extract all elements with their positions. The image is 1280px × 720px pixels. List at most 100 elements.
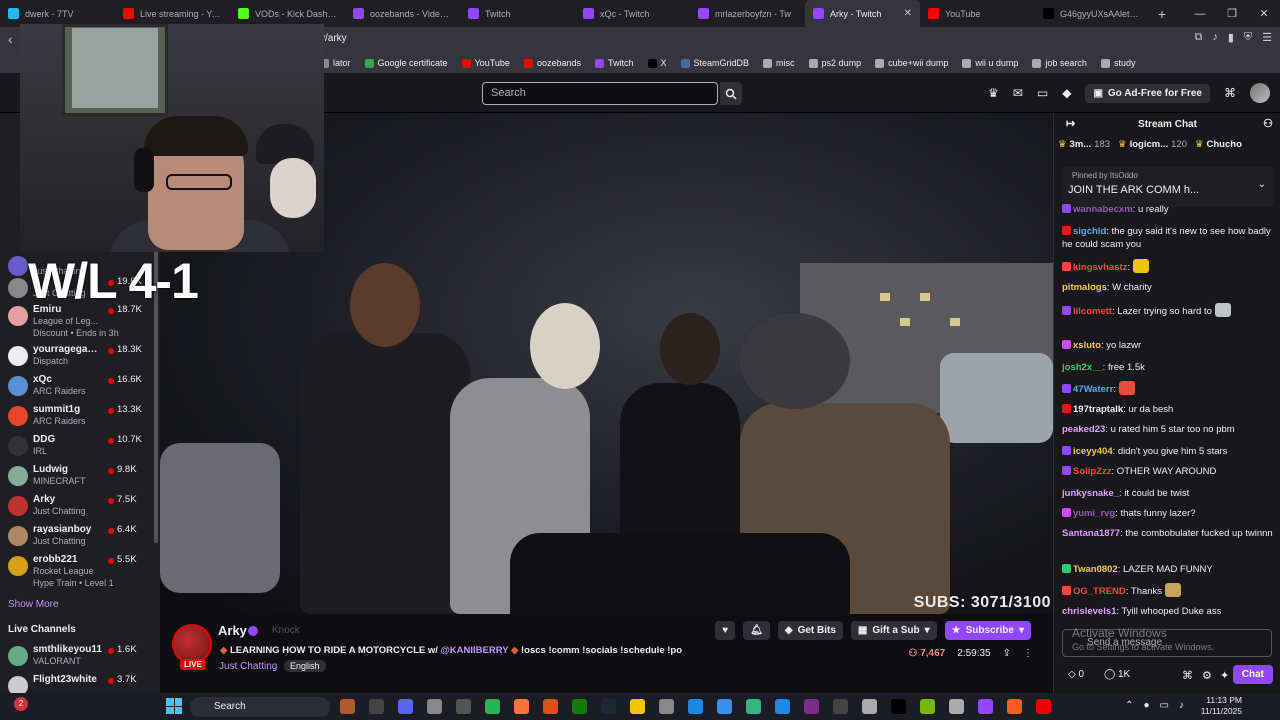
taskbar-app-icon[interactable] [369, 699, 384, 714]
leaderboard-entry[interactable]: ♛ logicm... 120 [1118, 139, 1187, 150]
user-avatar[interactable] [1250, 83, 1270, 103]
taskbar-app-icon[interactable] [717, 699, 732, 714]
mic-icon[interactable]: ● [1144, 700, 1150, 711]
taskbar-app-icon[interactable] [978, 699, 993, 714]
close-tab-icon[interactable]: ✕ [904, 8, 912, 19]
sidebar-icon[interactable]: ▮ [1228, 31, 1234, 44]
chat-username[interactable]: peaked23 [1062, 424, 1105, 435]
chat-badge-icon[interactable] [1062, 306, 1071, 315]
bookmark-item[interactable]: misc [763, 58, 795, 68]
more-icon[interactable]: ⋮ [1023, 648, 1033, 659]
chat-badge-icon[interactable] [1062, 404, 1071, 413]
network-icon[interactable]: ▭ [1160, 700, 1169, 711]
start-icon[interactable] [166, 698, 182, 714]
extension-icon[interactable]: ⧉ [1194, 31, 1202, 44]
search-input[interactable]: Search [482, 82, 718, 105]
chat-username[interactable]: pitmalogs [1062, 282, 1107, 293]
chat-badge-icon[interactable] [1062, 226, 1071, 235]
bookmark-item[interactable]: lator [320, 58, 351, 68]
stream-title-mention[interactable]: @KANIIBERRY [441, 645, 509, 656]
inbox-icon[interactable]: ✉ [1013, 86, 1023, 100]
share-icon[interactable]: ⇪ [1003, 648, 1011, 659]
chat-username[interactable]: sigchld [1073, 226, 1106, 237]
bookmark-item[interactable]: X [647, 58, 667, 68]
chat-username[interactable]: xsluto [1073, 340, 1101, 351]
bits-icon[interactable]: ◆ [1062, 86, 1071, 100]
chat-username[interactable]: 197traptalk [1073, 404, 1123, 415]
browser-tab[interactable]: VODs - Kick Dashboard [230, 0, 345, 27]
pinned-message[interactable]: Pinned by ItsOddo JOIN THE ARK COMM h...… [1062, 167, 1274, 207]
subscribe-button[interactable]: ★ Subscribe ▾ [944, 621, 1031, 640]
chat-username[interactable]: iceyy404 [1073, 446, 1113, 457]
taskbar-app-icon[interactable] [659, 699, 674, 714]
search-button[interactable] [720, 82, 742, 105]
taskbar-app-icon[interactable] [456, 699, 471, 714]
bookmark-item[interactable]: ps2 dump [808, 58, 861, 68]
chat-badge-icon[interactable] [1062, 466, 1071, 475]
back-arrow-icon[interactable]: ‹ [8, 31, 13, 47]
new-tab-button[interactable]: + [1150, 6, 1174, 22]
browser-tab[interactable]: xQc - Twitch [575, 0, 690, 27]
leaderboard-entry[interactable]: ♛ 3m... 183 [1058, 139, 1110, 150]
bookmark-item[interactable]: SteamGridDB [680, 58, 749, 68]
shield-icon[interactable]: ⛨ [1244, 31, 1252, 44]
clock[interactable]: 11:13 PM 11/11/2025 [1201, 695, 1242, 717]
taskbar-app-icon[interactable] [833, 699, 848, 714]
sidebar-channel[interactable]: rayasianboy Just Chatting 6.4K [0, 523, 160, 553]
url-field[interactable]: v/arky [320, 33, 347, 44]
chat-username[interactable]: lilcomett [1073, 306, 1112, 317]
streamer-name[interactable]: Arky [218, 623, 247, 638]
chat-badge-icon[interactable] [1062, 340, 1071, 349]
chat-emote[interactable] [1133, 259, 1150, 273]
notifications-button[interactable]: 🔔︎ [743, 621, 770, 640]
volume-icon[interactable]: ♪ [1179, 700, 1184, 711]
browser-tab[interactable]: YouTube [920, 0, 1035, 27]
taskbar-app-icon[interactable] [427, 699, 442, 714]
taskbar-app-icon[interactable] [630, 699, 645, 714]
sidebar-channel[interactable]: yourragegami... Dispatch 18.3K [0, 343, 160, 373]
7tv-icon[interactable]: ⌘ [1182, 669, 1193, 682]
taskbar-search[interactable]: Search [190, 697, 330, 717]
taskbar-app-icon[interactable] [804, 699, 819, 714]
taskbar-app-icon[interactable] [485, 699, 500, 714]
sidebar-channel[interactable]: summit1g ARC Raiders 13.3K [0, 403, 160, 433]
chat-username[interactable]: Twan0802 [1073, 564, 1118, 575]
chat-username[interactable]: wannabecxm [1073, 204, 1133, 215]
chat-emote[interactable] [1214, 303, 1231, 317]
browser-tab[interactable]: Live streaming - YouTube [115, 0, 230, 27]
browser-tab[interactable]: G46gyyUXsAAlet4 (68 [1035, 0, 1150, 27]
menu-icon[interactable]: ☰ [1262, 31, 1272, 44]
notification-badge[interactable]: 2 [14, 697, 28, 711]
taskbar-app-icon[interactable] [949, 699, 964, 714]
chat-username[interactable]: yumi_rvg [1073, 508, 1115, 519]
knock-button[interactable]: Knock [272, 625, 300, 636]
browser-tab[interactable]: mrlazerboyfzn - Tw [690, 0, 805, 27]
chat-username[interactable]: Santana1877 [1062, 528, 1120, 539]
chat-username[interactable]: OG_TREND [1073, 586, 1126, 597]
gift-sub-button[interactable]: ▦ Gift a Sub ▾ [850, 621, 937, 640]
taskbar-app-icon[interactable] [775, 699, 790, 714]
chat-badge-icon[interactable] [1062, 508, 1071, 517]
crown-icon[interactable]: ♛ [988, 86, 999, 100]
browser-tab[interactable]: Arky - Twitch ✕ [805, 0, 920, 27]
bookmark-item[interactable]: oozebands [523, 58, 581, 68]
bookmark-item[interactable]: study [1100, 58, 1135, 68]
chat-badge-icon[interactable] [1062, 262, 1071, 271]
taskbar-app-icon[interactable] [601, 699, 616, 714]
7tv-icon[interactable]: ⌘ [1224, 86, 1236, 100]
bookmark-item[interactable]: job search [1032, 58, 1087, 68]
chat-emote[interactable] [1118, 381, 1135, 395]
taskbar-app-icon[interactable] [398, 699, 413, 714]
browser-tab[interactable]: Twitch [460, 0, 575, 27]
settings-icon[interactable]: ⚙ [1202, 669, 1212, 682]
chat-username[interactable]: 47Waterr [1073, 384, 1113, 395]
get-bits-button[interactable]: ◆ Get Bits [777, 621, 843, 640]
bookmark-item[interactable]: Twitch [594, 58, 634, 68]
language-tag[interactable]: English [284, 660, 326, 672]
taskbar-app-icon[interactable] [340, 699, 355, 714]
browser-tab[interactable]: dwerk - 7TV [0, 0, 115, 27]
show-more-link[interactable]: Show More [8, 599, 59, 610]
sidebar-channel[interactable]: Flight23white 3.7K [0, 673, 160, 693]
chat-badge-icon[interactable] [1062, 446, 1071, 455]
extension-icon[interactable]: ✦ [1220, 669, 1229, 682]
